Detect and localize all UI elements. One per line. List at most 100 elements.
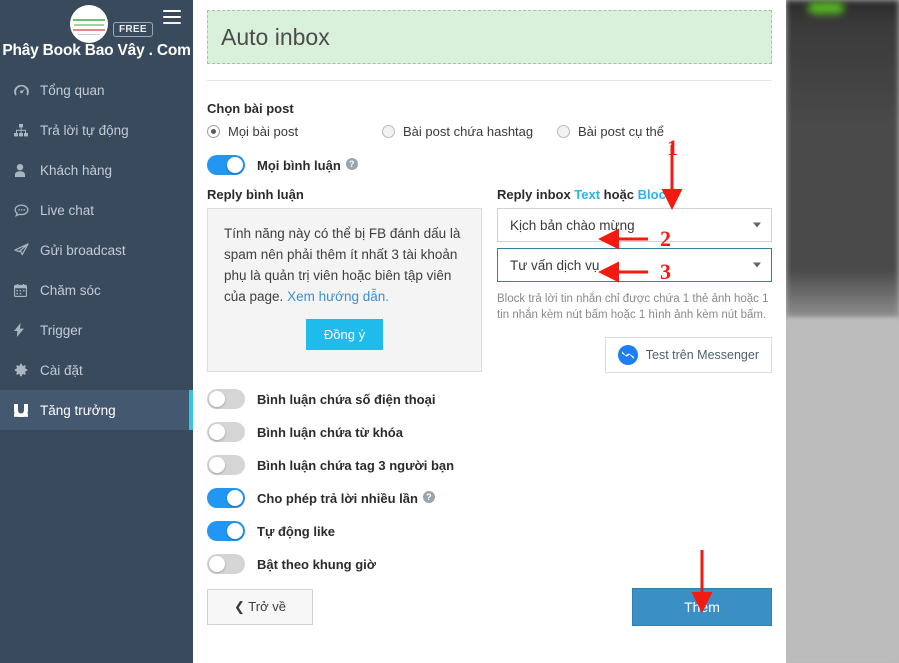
hamburger-menu-icon[interactable] <box>163 10 181 24</box>
toggle-label: Bình luận chứa từ khóa <box>257 424 403 440</box>
back-button[interactable]: ❮ Trở về <box>207 589 313 625</box>
sidebar-item-label: Khách hàng <box>40 162 113 178</box>
question-mark-icon[interactable]: ? <box>345 158 358 170</box>
all-comments-toggle-row: Mọi bình luận ? <box>207 155 772 175</box>
toggle-comment-contains-keyword[interactable] <box>207 422 245 442</box>
scenario-select-value: Kịch bản chào mừng <box>510 217 635 233</box>
sidebar-item-label: Gửi broadcast <box>40 242 126 258</box>
radio-button-icon[interactable] <box>557 125 570 138</box>
backdrop-light-region <box>786 318 899 663</box>
post-section-label: Chọn bài post <box>207 101 294 116</box>
sidebar-item-tra-loi-tu-dong[interactable]: Trả lời tự động <box>0 110 193 150</box>
block-select[interactable]: Tư vấn dịch vụ <box>497 248 772 282</box>
radio-label: Mọi bài post <box>228 124 299 139</box>
test-messenger-button[interactable]: Test trên Messenger <box>604 337 772 373</box>
reply-comment-label: Reply bình luận <box>207 187 304 202</box>
toggle-label: Cho phép trả lời nhiều lần <box>257 490 418 506</box>
sitemap-icon <box>14 123 38 137</box>
blurred-background <box>786 0 899 663</box>
scenario-select[interactable]: Kịch bản chào mừng <box>497 208 772 242</box>
magnet-icon <box>14 403 38 417</box>
question-mark-icon[interactable]: ? <box>422 491 435 503</box>
toggle-label: Bật theo khung giờ <box>257 556 377 572</box>
options-toggle-list: Bình luận chứa số điện thoại Bình luận c… <box>207 389 772 574</box>
dashboard-icon <box>14 84 38 97</box>
reply-comment-notice-box: Tính năng này có thể bị FB đánh dấu là s… <box>207 208 482 372</box>
reply-inbox-label: Reply inbox Text hoặc Block <box>497 187 772 202</box>
reply-inbox-column: Reply inbox Text hoặc Block Kịch bản chà… <box>497 185 772 373</box>
post-options-group: Mọi bài post Bài post chứa hashtag Bài p… <box>207 124 772 139</box>
chevron-down-icon <box>753 262 761 268</box>
radio-option-hashtag[interactable]: Bài post chứa hashtag <box>382 124 557 139</box>
toggle-row-phone: Bình luận chứa số điện thoại <box>207 389 772 409</box>
toggle-row-tag-friends: Bình luận chứa tag 3 người bạn <box>207 455 772 475</box>
toggle-allow-multiple-replies[interactable] <box>207 488 245 508</box>
comment-icon <box>14 203 38 217</box>
main-content: Auto inbox Chọn bài post Mọi bài post Bà… <box>193 0 786 663</box>
add-button[interactable]: Thêm <box>632 588 772 626</box>
sidebar-item-gui-broadcast[interactable]: Gửi broadcast <box>0 230 193 270</box>
sidebar-item-label: Chăm sóc <box>40 282 101 298</box>
sidebar-item-tong-quan[interactable]: Tổng quan <box>0 70 193 110</box>
radio-option-moi-bai-post[interactable]: Mọi bài post <box>207 124 382 139</box>
toggle-row-auto-like: Tự động like <box>207 521 772 541</box>
header-divider <box>207 80 772 81</box>
app-root: FREE Phây Book Bao Vây . Com Tổng quan T… <box>0 0 899 663</box>
sidebar-item-label: Cài đặt <box>40 362 83 378</box>
user-icon <box>14 163 38 177</box>
free-badge: FREE <box>113 22 153 37</box>
toggle-label: Bình luận chứa số điện thoại <box>257 391 436 407</box>
reply-comment-column: Reply bình luận Tính năng này có thể bị … <box>207 185 482 373</box>
messenger-icon <box>617 345 638 365</box>
test-messenger-label: Test trên Messenger <box>645 348 759 362</box>
two-column-area: Reply bình luận Tính năng này có thể bị … <box>207 185 772 373</box>
sidebar-brand-row: FREE <box>0 0 193 43</box>
toggle-row-keyword: Bình luận chứa từ khóa <box>207 422 772 442</box>
text-mode-link[interactable]: Text <box>574 187 600 202</box>
radio-button-icon[interactable] <box>207 125 220 138</box>
sidebar-item-trigger[interactable]: Trigger <box>0 310 193 350</box>
page-title: Auto inbox <box>221 23 330 50</box>
messenger-button-wrap: Test trên Messenger <box>497 337 772 373</box>
sidebar-nav: Tổng quan Trả lời tự động Khách hàng Liv… <box>0 70 193 430</box>
chevron-down-icon <box>753 222 761 228</box>
chevron-left-icon: ❮ <box>234 599 245 614</box>
toggle-label: Tự động like <box>257 523 336 539</box>
toggle-row-schedule: Bật theo khung giờ <box>207 554 772 574</box>
sidebar-item-label: Live chat <box>40 202 95 218</box>
radio-label: Bài post chứa hashtag <box>403 124 534 139</box>
toggle-auto-like[interactable] <box>207 521 245 541</box>
agree-button-wrap: Đồng ý <box>224 319 465 350</box>
toggle-comment-contains-tags[interactable] <box>207 455 245 475</box>
sidebar-item-tang-truong[interactable]: Tăng trưởng <box>0 390 193 430</box>
guide-link[interactable]: Xem hướng dẫn. <box>287 289 389 304</box>
toggle-enable-by-schedule[interactable] <box>207 554 245 574</box>
all-comments-toggle[interactable] <box>207 155 245 175</box>
sidebar-item-cham-soc[interactable]: Chăm sóc <box>0 270 193 310</box>
block-hint-text: Block trả lời tin nhắn chỉ được chứa 1 t… <box>497 293 769 321</box>
sidebar-item-label: Trả lời tự động <box>40 122 129 138</box>
calendar-icon <box>14 283 38 297</box>
reply-inbox-middle: hoặc <box>600 187 638 202</box>
block-select-value: Tư vấn dịch vụ <box>510 257 600 273</box>
sidebar-item-cai-dat[interactable]: Cài đặt <box>0 350 193 390</box>
sidebar-item-label: Trigger <box>40 322 83 338</box>
radio-option-bai-post-cu-the[interactable]: Bài post cụ thể <box>557 124 664 139</box>
block-mode-link[interactable]: Block <box>638 187 673 202</box>
sidebar-item-khach-hang[interactable]: Khách hàng <box>0 150 193 190</box>
circular-logo-icon <box>70 5 108 43</box>
page-title-banner: Auto inbox <box>207 10 772 64</box>
paper-plane-icon <box>14 243 38 257</box>
footer-actions: ❮ Trở về Thêm <box>207 588 772 626</box>
agree-button[interactable]: Đồng ý <box>305 319 384 350</box>
sidebar-item-live-chat[interactable]: Live chat <box>0 190 193 230</box>
sidebar-brand-title: Phây Book Bao Vây . Com <box>2 42 191 59</box>
back-button-label: Trở về <box>248 599 286 614</box>
backdrop-dark-region <box>786 0 899 318</box>
toggle-comment-contains-phone[interactable] <box>207 389 245 409</box>
backdrop-green-blob <box>808 2 844 14</box>
reply-inbox-prefix: Reply inbox <box>497 187 575 202</box>
toggle-label: Bình luận chứa tag 3 người bạn <box>257 457 455 473</box>
radio-label: Bài post cụ thể <box>578 124 664 139</box>
radio-button-icon[interactable] <box>382 125 395 138</box>
